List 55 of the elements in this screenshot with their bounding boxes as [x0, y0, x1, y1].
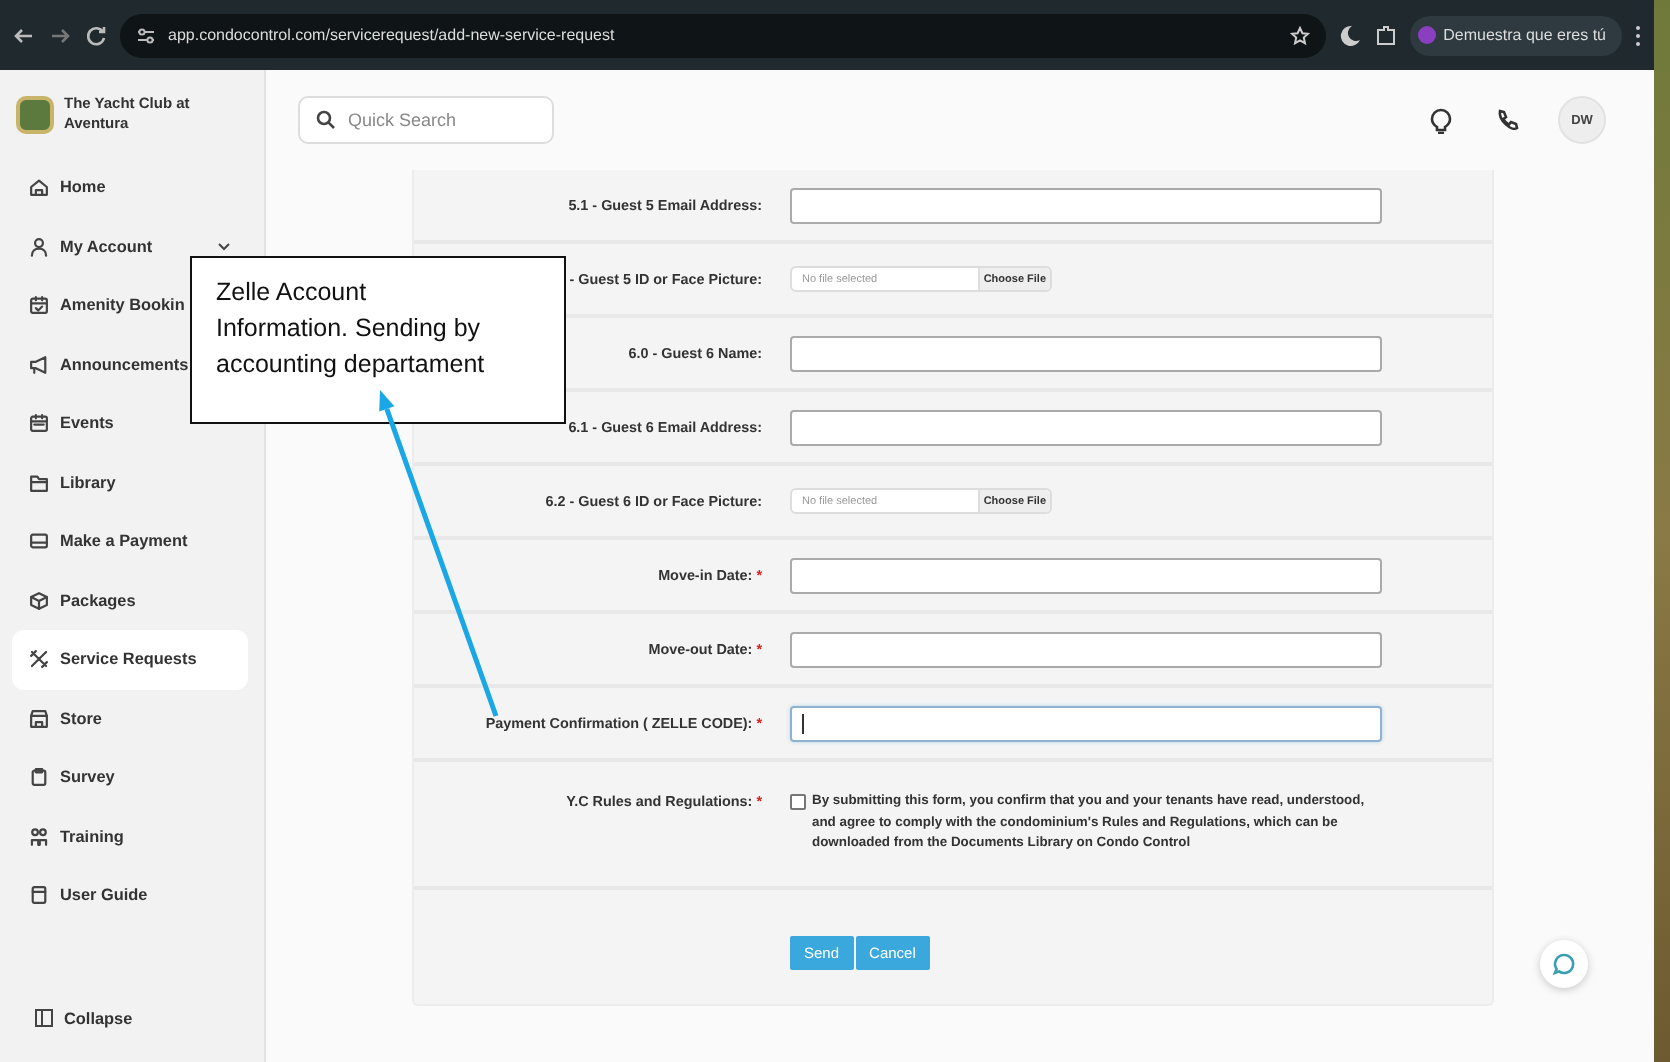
clipboard-icon — [28, 766, 50, 789]
text-input-field[interactable] — [790, 557, 1382, 593]
phone-icon[interactable] — [1496, 108, 1520, 132]
sidebar-item[interactable]: User Guide — [12, 866, 248, 925]
sidebar-item[interactable]: Packages — [12, 571, 248, 630]
collapse-button[interactable]: Collapse — [12, 1002, 248, 1034]
card-icon — [28, 530, 50, 553]
package-icon — [28, 589, 50, 612]
menu-icon[interactable] — [1634, 23, 1642, 47]
community-logo — [16, 95, 54, 133]
search-field[interactable]: Quick Search — [298, 96, 554, 144]
book-icon — [28, 884, 50, 907]
lightbulb-icon[interactable] — [1430, 107, 1452, 133]
calendar-icon — [28, 412, 50, 435]
sidebar-item[interactable]: Events — [12, 394, 248, 453]
profile-chip[interactable]: Demuestra que eres tú — [1409, 15, 1622, 55]
store-icon — [28, 707, 50, 730]
text-input-field[interactable] — [790, 187, 1382, 223]
back-icon[interactable] — [12, 23, 36, 47]
moon-icon[interactable] — [1337, 23, 1362, 47]
folder-icon — [28, 471, 50, 494]
person-icon — [28, 235, 50, 258]
profile-label: Demuestra que eres tú — [1443, 26, 1606, 44]
text-input-field[interactable] — [790, 631, 1382, 667]
puzzle-icon[interactable] — [1373, 23, 1398, 47]
text-input-field[interactable] — [790, 705, 1382, 741]
group-icon — [28, 825, 50, 848]
address-bar[interactable]: app.condocontrol.com/servicerequest/add-new-service-request — [120, 13, 1326, 57]
chat-bubble-icon — [1552, 952, 1576, 976]
checkbox[interactable] — [790, 794, 806, 810]
text-input-field[interactable] — [790, 409, 1382, 445]
search-icon — [316, 110, 336, 130]
sidebar-item[interactable]: Home — [12, 158, 248, 217]
search-placeholder: Quick Search — [348, 110, 457, 130]
text-cursor — [802, 713, 804, 733]
forward-icon[interactable] — [48, 23, 72, 47]
home-icon — [28, 176, 50, 199]
sidebar-item[interactable]: My Account — [12, 217, 248, 276]
sidebar-item[interactable]: Training — [12, 807, 248, 866]
star-icon[interactable] — [1289, 25, 1310, 45]
sidebar-panel-icon — [34, 1008, 54, 1028]
callout-text: Zelle Account Information. Sending by accounting departament — [216, 276, 487, 382]
reload-icon[interactable] — [84, 23, 108, 47]
tools-icon — [28, 648, 50, 671]
megaphone-icon — [28, 353, 50, 376]
sidebar-item[interactable]: Survey — [12, 748, 248, 807]
url-text: app.condocontrol.com/servicerequest/add-new-service-request — [168, 26, 615, 44]
calendar-check-icon — [28, 294, 50, 317]
sidebar-item[interactable]: Library — [12, 453, 248, 512]
site-settings-icon — [136, 25, 156, 45]
profile-avatar-icon — [1417, 26, 1436, 44]
sidebar-item[interactable]: Store — [12, 689, 248, 748]
text-input-field[interactable] — [790, 335, 1382, 371]
sidebar-item[interactable]: Service Requests — [12, 630, 248, 689]
sidebar-item[interactable]: Make a Payment — [12, 512, 248, 571]
